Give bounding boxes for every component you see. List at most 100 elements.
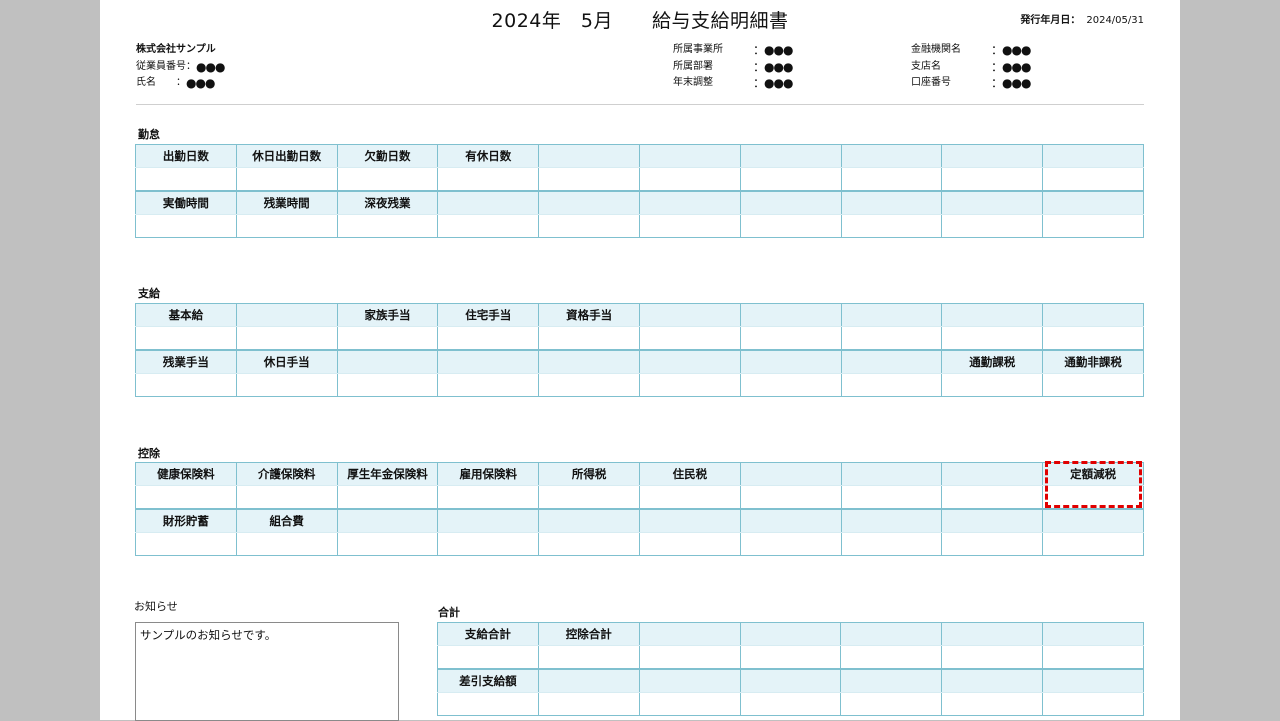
total-cell	[537, 668, 640, 693]
payment-value-cell	[235, 326, 338, 351]
deduction-value-cell	[336, 532, 439, 556]
attendance-value-cell	[1042, 214, 1144, 238]
attendance-value-cell	[135, 167, 237, 192]
issue-date-label: 発行年月日：	[1020, 15, 1081, 26]
notice-text: サンプルのお知らせです。	[140, 628, 277, 642]
deduction-cell	[840, 462, 943, 486]
employee-name-row: 氏名 ： ●●●	[136, 75, 224, 92]
total-cell	[638, 622, 741, 646]
yearend-label: 年末調整	[673, 77, 713, 88]
attendance-cell: 休日出勤日数	[235, 144, 338, 168]
payment-cell	[941, 303, 1044, 327]
payment-value-cell	[437, 373, 540, 397]
attendance-cell	[739, 190, 842, 215]
total-value-cell	[739, 692, 842, 716]
total-cell	[840, 668, 943, 693]
deduction-cell	[941, 508, 1044, 533]
total-value-cell	[1042, 645, 1144, 670]
deduction-value-cell	[336, 485, 439, 510]
total-cell	[941, 622, 1044, 646]
total-value-cell	[1042, 692, 1144, 716]
office-label: 所属事業所	[673, 44, 723, 55]
attendance-value-cell	[437, 167, 540, 192]
employee-name-label: 氏名 ：	[136, 77, 186, 88]
deduction-cell: 健康保険料	[135, 462, 237, 486]
deduction-value-cell	[135, 532, 237, 556]
attendance-value-cell	[336, 214, 439, 238]
payment-value-cell	[739, 373, 842, 397]
deduction-value-row-2	[135, 532, 1144, 556]
attendance-value-cell	[739, 167, 842, 192]
total-heading: 合計	[438, 606, 460, 619]
employee-number-label: 従業員番号：	[136, 60, 196, 72]
payment-cell	[638, 303, 741, 327]
payment-cell	[638, 349, 741, 374]
total-value-cell	[941, 692, 1044, 716]
payment-value-cell	[941, 373, 1044, 397]
deduction-cell: 住民税	[638, 462, 741, 486]
payment-value-cell	[840, 326, 943, 351]
payment-value-cell	[135, 373, 237, 397]
payment-value-cell	[1042, 373, 1144, 397]
payment-cell: 通勤非課税	[1042, 349, 1144, 374]
total-value-cell	[739, 645, 842, 670]
payment-value-cell	[437, 326, 540, 351]
office-value: ：●●●	[753, 43, 793, 57]
payment-table: 基本給 家族手当 住宅手当 資格手当 残業手当 休日手当 通勤課税 通勤非課税	[135, 303, 1144, 397]
total-cell	[739, 622, 842, 646]
deduction-value-cell	[739, 532, 842, 556]
total-value-cell	[840, 692, 943, 716]
department-value: ：●●●	[753, 59, 793, 74]
deduction-value-cell	[941, 485, 1044, 510]
attendance-cell	[538, 144, 640, 168]
deduction-value-cell	[437, 485, 540, 510]
total-value-cell	[638, 692, 741, 716]
attendance-row-2: 実働時間 残業時間 深夜残業	[135, 190, 1144, 215]
attendance-cell: 深夜残業	[336, 190, 439, 215]
deduction-value-cell	[135, 485, 237, 510]
payment-cell: 通勤課税	[941, 349, 1044, 374]
payment-cell: 残業手当	[135, 349, 237, 374]
attendance-cell: 出勤日数	[135, 144, 237, 168]
deduction-cell	[1042, 508, 1144, 533]
yearend-value: ：●●●	[753, 76, 793, 90]
attendance-value-cell	[235, 167, 338, 192]
payment-value-cell	[336, 326, 439, 351]
employee-name-value: ●●●	[186, 76, 215, 90]
account-label: 口座番号	[911, 77, 951, 88]
deduction-table: 健康保険料 介護保険料 厚生年金保険料 雇用保険料 所得税 住民税 定額減税 財形貯蓄 組合費	[135, 462, 1144, 556]
attendance-value-cell	[1042, 167, 1144, 192]
notice-heading: お知らせ	[134, 600, 178, 613]
fixed-tax-reduction-highlight	[1045, 461, 1142, 508]
attendance-value-cell	[638, 167, 741, 192]
total-cell: 控除合計	[537, 622, 640, 646]
attendance-cell	[739, 144, 842, 168]
payment-value-cell	[235, 373, 338, 397]
total-value-row-2	[437, 692, 1144, 716]
deduction-value-cell	[538, 485, 640, 510]
attendance-heading: 勤怠	[138, 128, 160, 141]
attendance-value-cell	[336, 167, 439, 192]
bank-info: 金融機関名 ：●●● 支店名 ：●●● 口座番号 ：●●●	[911, 42, 1031, 92]
payment-value-row-1	[135, 326, 1144, 351]
total-value-cell	[537, 692, 640, 716]
total-value-cell	[537, 645, 640, 670]
attendance-value-cell	[941, 214, 1044, 238]
attendance-value-cell	[538, 214, 640, 238]
payment-row-1: 基本給 家族手当 住宅手当 資格手当	[135, 303, 1144, 327]
employee-number-value: ●●●	[196, 59, 225, 74]
attendance-cell	[840, 144, 943, 168]
office-info: 所属事業所 ：●●● 所属部署 ：●●● 年末調整 ：●●●	[673, 42, 793, 92]
payment-value-cell	[538, 326, 640, 351]
employee-info: 株式会社サンプル 従業員番号： ●●● 氏名 ： ●●●	[136, 42, 225, 92]
attendance-value-cell	[739, 214, 842, 238]
deduction-cell	[739, 508, 842, 533]
issue-date-value: 2024/05/31	[1086, 15, 1144, 26]
company-name: 株式会社サンプル	[136, 44, 216, 55]
total-cell: 支給合計	[437, 622, 539, 646]
payment-cell	[437, 349, 540, 374]
bank-value: ：●●●	[991, 43, 1031, 57]
payment-cell	[235, 303, 338, 327]
attendance-value-row-1	[135, 167, 1144, 192]
attendance-cell: 実働時間	[135, 190, 237, 215]
